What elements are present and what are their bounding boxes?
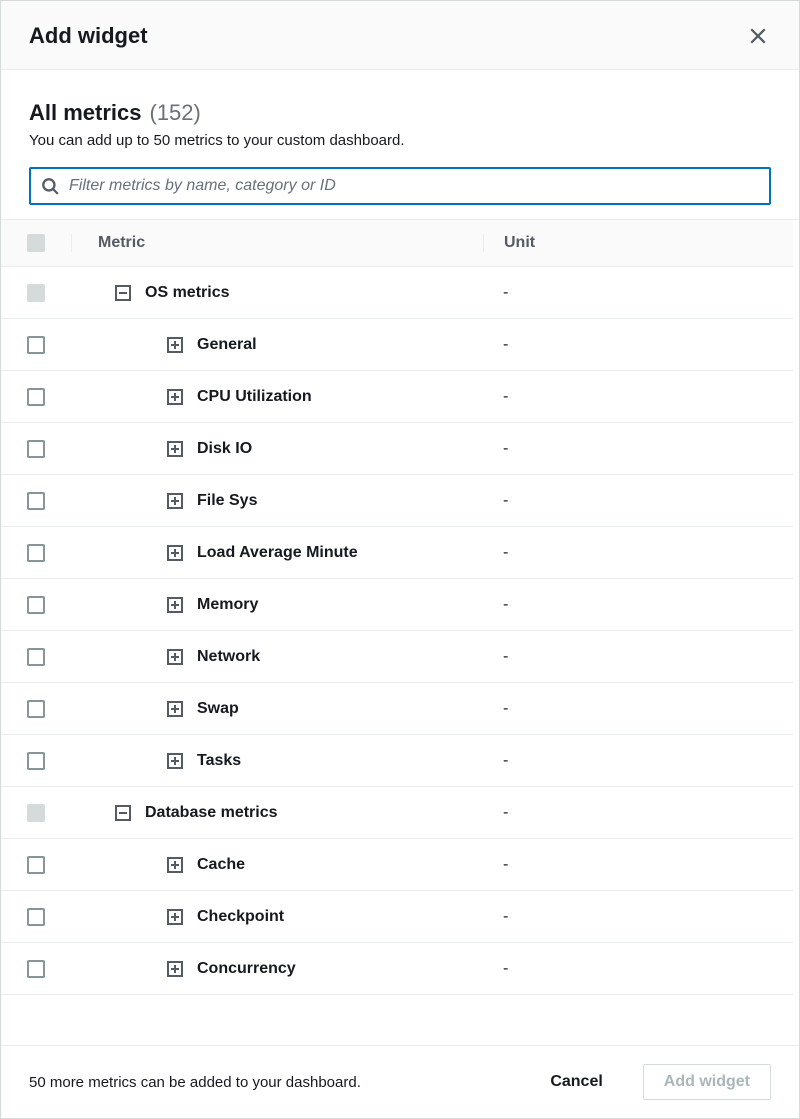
metric-label: Database metrics [145, 804, 278, 822]
header-unit[interactable]: Unit [483, 234, 793, 252]
metric-label: Cache [197, 856, 245, 874]
collapse-icon[interactable] [115, 285, 131, 301]
unit-value: - [483, 440, 793, 458]
search-section [1, 167, 799, 219]
metric-label: General [197, 336, 257, 354]
table-row[interactable]: CPU Utilization - [1, 371, 793, 423]
intro-title-text: All metrics [29, 100, 142, 126]
close-icon [749, 27, 767, 45]
table-row[interactable]: Swap - [1, 683, 793, 735]
search-box[interactable] [29, 167, 771, 205]
intro-count: (152) [150, 100, 201, 126]
table-row[interactable]: Network - [1, 631, 793, 683]
add-widget-modal: Add widget All metrics (152) You can add… [0, 0, 800, 1119]
row-checkbox[interactable] [27, 596, 45, 614]
close-button[interactable] [745, 23, 771, 49]
metric-label: Network [197, 648, 260, 666]
row-checkbox[interactable] [27, 544, 45, 562]
expand-icon[interactable] [167, 649, 183, 665]
table-row[interactable]: Memory - [1, 579, 793, 631]
expand-icon[interactable] [167, 597, 183, 613]
metrics-table: Metric Unit OS metrics-General-CPU Utili… [1, 219, 799, 1045]
row-checkbox[interactable] [27, 284, 45, 302]
metric-label: Swap [197, 700, 239, 718]
row-checkbox[interactable] [27, 856, 45, 874]
unit-value: - [483, 856, 793, 874]
collapse-icon[interactable] [115, 805, 131, 821]
expand-icon[interactable] [167, 545, 183, 561]
modal-footer: 50 more metrics can be added to your das… [1, 1045, 799, 1118]
row-checkbox[interactable] [27, 752, 45, 770]
add-widget-button[interactable]: Add widget [643, 1064, 771, 1100]
unit-value: - [483, 648, 793, 666]
expand-icon[interactable] [167, 493, 183, 509]
row-checkbox[interactable] [27, 804, 45, 822]
table-row[interactable]: File Sys - [1, 475, 793, 527]
table-row[interactable]: Concurrency - [1, 943, 793, 995]
metric-label: File Sys [197, 492, 257, 510]
unit-value: - [483, 388, 793, 406]
metric-label: CPU Utilization [197, 388, 312, 406]
table-row[interactable]: OS metrics - [1, 267, 793, 319]
expand-icon[interactable] [167, 961, 183, 977]
metric-label: OS metrics [145, 284, 229, 302]
table-scroll[interactable]: Metric Unit OS metrics-General-CPU Utili… [1, 220, 799, 1045]
unit-value: - [483, 336, 793, 354]
row-checkbox[interactable] [27, 648, 45, 666]
unit-value: - [483, 284, 793, 302]
modal-title: Add widget [29, 23, 148, 49]
footer-text: 50 more metrics can be added to your das… [29, 1074, 510, 1091]
table-row[interactable]: General - [1, 319, 793, 371]
row-checkbox[interactable] [27, 336, 45, 354]
unit-value: - [483, 804, 793, 822]
select-all-checkbox[interactable] [27, 234, 45, 252]
cancel-button[interactable]: Cancel [530, 1065, 622, 1099]
intro-subtitle: You can add up to 50 metrics to your cus… [29, 132, 771, 149]
metric-label: Tasks [197, 752, 241, 770]
expand-icon[interactable] [167, 701, 183, 717]
table-row[interactable]: Load Average Minute - [1, 527, 793, 579]
search-input[interactable] [69, 177, 759, 195]
table-row[interactable]: Cache - [1, 839, 793, 891]
unit-value: - [483, 544, 793, 562]
table-row[interactable]: Checkpoint - [1, 891, 793, 943]
expand-icon[interactable] [167, 389, 183, 405]
metric-label: Memory [197, 596, 258, 614]
search-icon [41, 177, 59, 195]
expand-icon[interactable] [167, 441, 183, 457]
unit-value: - [483, 492, 793, 510]
row-checkbox[interactable] [27, 908, 45, 926]
metric-label: Load Average Minute [197, 544, 358, 562]
row-checkbox[interactable] [27, 440, 45, 458]
unit-value: - [483, 908, 793, 926]
unit-value: - [483, 752, 793, 770]
table-row[interactable]: Disk IO - [1, 423, 793, 475]
expand-icon[interactable] [167, 857, 183, 873]
row-checkbox[interactable] [27, 388, 45, 406]
expand-icon[interactable] [167, 753, 183, 769]
table-row[interactable]: Database metrics - [1, 787, 793, 839]
unit-value: - [483, 960, 793, 978]
expand-icon[interactable] [167, 909, 183, 925]
row-checkbox[interactable] [27, 700, 45, 718]
metric-label: Disk IO [197, 440, 252, 458]
intro-section: All metrics (152) You can add up to 50 m… [1, 70, 799, 167]
unit-value: - [483, 596, 793, 614]
table-header-row: Metric Unit [1, 220, 793, 267]
expand-icon[interactable] [167, 337, 183, 353]
metric-label: Concurrency [197, 960, 296, 978]
table-row[interactable]: Tasks - [1, 735, 793, 787]
modal-header: Add widget [1, 1, 799, 70]
intro-title: All metrics (152) [29, 100, 771, 126]
header-metric[interactable]: Metric [71, 234, 483, 252]
metric-label: Checkpoint [197, 908, 284, 926]
row-checkbox[interactable] [27, 960, 45, 978]
row-checkbox[interactable] [27, 492, 45, 510]
unit-value: - [483, 700, 793, 718]
